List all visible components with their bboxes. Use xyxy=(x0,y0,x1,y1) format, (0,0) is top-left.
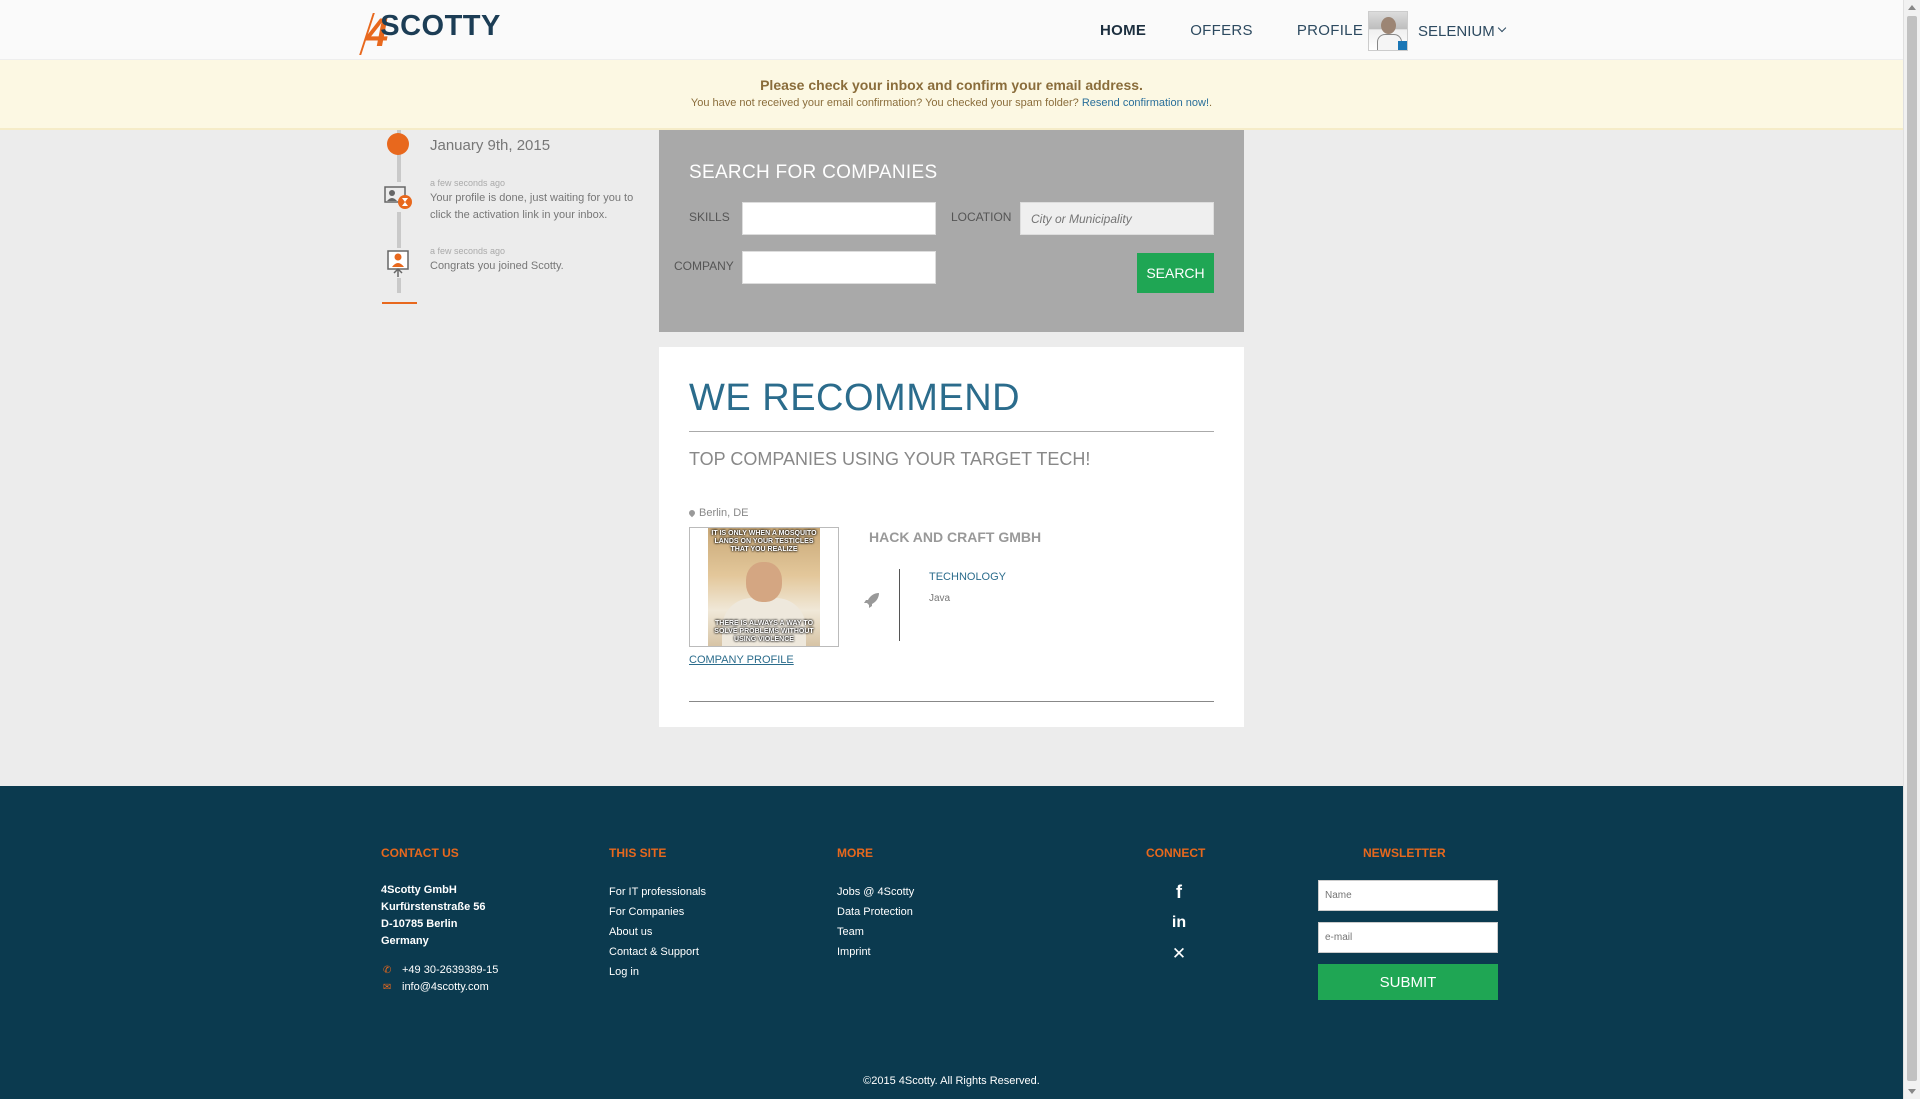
footer-heading-connect: CONNECT xyxy=(1146,846,1206,860)
footer-heading-contact: CONTACT US xyxy=(381,846,459,860)
newsletter-name-input[interactable] xyxy=(1318,880,1498,911)
address-line: Kurfürstenstraße 56 xyxy=(381,901,486,913)
link-data-protection[interactable]: Data Protection xyxy=(837,902,914,922)
location-input[interactable] xyxy=(1020,202,1214,235)
user-name: SELENIUM xyxy=(1418,22,1495,40)
newsletter-submit-button[interactable]: SUBMIT xyxy=(1318,964,1498,1000)
user-menu[interactable]: SELENIUM xyxy=(1368,11,1506,51)
search-title: SEARCH FOR COMPANIES xyxy=(689,162,938,183)
more-links: Jobs @ 4Scotty Data Protection Team Impr… xyxy=(837,882,914,962)
link-about-us[interactable]: About us xyxy=(609,922,706,942)
email-address[interactable]: info@4scotty.com xyxy=(402,981,489,993)
address-line: 4Scotty GmbH xyxy=(381,884,457,896)
meme-caption-bottom: THERE IS ALWAYS A WAY TO SOLVE PROBLEMS … xyxy=(714,620,814,643)
footer: CONTACT US 4Scotty GmbH Kurfürstenstraße… xyxy=(0,786,1903,1099)
footer-heading-site: THIS SITE xyxy=(609,846,667,860)
nav-home[interactable]: HOME xyxy=(1100,22,1146,39)
company-name[interactable]: HACK AND CRAFT GMBH xyxy=(869,529,1041,545)
company-location-text: Berlin, DE xyxy=(699,507,749,519)
main-nav: HOME OFFERS PROFILE xyxy=(1100,0,1407,60)
top-navbar: 4 SCOTTY HOME OFFERS PROFILE SELENIUM xyxy=(0,0,1903,60)
divider xyxy=(689,701,1214,702)
location-label: LOCATION xyxy=(951,210,1012,224)
newsletter-email-input[interactable] xyxy=(1318,922,1498,953)
company-search-panel: SEARCH FOR COMPANIES SKILLS LOCATION COM… xyxy=(659,130,1244,332)
scroll-down-arrow-icon[interactable] xyxy=(1908,1089,1916,1094)
footer-heading-more: MORE xyxy=(837,846,873,860)
contact-details: ✆ +49 30-2639389-15 ✉ info@4scotty.com xyxy=(383,962,498,996)
facebook-icon[interactable]: f xyxy=(1165,882,1193,903)
recommend-title: WE RECOMMEND xyxy=(689,377,1021,419)
copyright: ©2015 4Scotty. All Rights Reserved. xyxy=(863,1075,1040,1087)
timeline-date: January 9th, 2015 xyxy=(430,137,551,154)
footer-heading-newsletter: NEWSLETTER xyxy=(1363,846,1446,860)
company-profile-link[interactable]: COMPANY PROFILE xyxy=(689,654,794,666)
address-line: D-10785 Berlin xyxy=(381,918,458,930)
notice-suffix: . xyxy=(1209,97,1213,109)
timeline-item: a few seconds ago Congrats you joined Sc… xyxy=(430,246,645,275)
email-confirmation-notice: Please check your inbox and confirm your… xyxy=(0,60,1903,130)
company-address: 4Scotty GmbH Kurfürstenstraße 56 D-10785… xyxy=(381,882,486,950)
user-joined-icon xyxy=(383,248,413,278)
timeline-base xyxy=(382,302,417,304)
phone-number: +49 30-2639389-15 xyxy=(402,964,499,976)
timeline-item-message: Congrats you joined Scotty. xyxy=(430,260,564,272)
technology-label: TECHNOLOGY xyxy=(929,571,1007,583)
link-for-companies[interactable]: For Companies xyxy=(609,902,706,922)
company-input[interactable] xyxy=(742,251,936,284)
timeline-item-ago: a few seconds ago xyxy=(430,246,506,256)
site-links: For IT professionals For Companies About… xyxy=(609,882,706,982)
4scotty-logo[interactable]: 4 SCOTTY xyxy=(359,5,501,55)
link-log-in[interactable]: Log in xyxy=(609,962,706,982)
link-imprint[interactable]: Imprint xyxy=(837,942,914,962)
notice-title: Please check your inbox and confirm your… xyxy=(760,77,1143,93)
skills-input[interactable] xyxy=(742,202,936,235)
link-it-professionals[interactable]: For IT professionals xyxy=(609,882,706,902)
email-row[interactable]: ✉ info@4scotty.com xyxy=(383,979,498,996)
timeline-dot xyxy=(387,133,409,155)
search-button[interactable]: SEARCH xyxy=(1137,253,1214,293)
tech-divider xyxy=(899,569,900,641)
timeline-item-message: Your profile is done, just waiting for y… xyxy=(430,192,634,221)
phone-icon: ✆ xyxy=(383,965,392,976)
avatar xyxy=(1368,11,1408,51)
skills-label: SKILLS xyxy=(689,210,730,224)
address-line: Germany xyxy=(381,935,429,947)
resend-confirmation-link[interactable]: Resend confirmation now! xyxy=(1082,97,1209,109)
company-location: Berlin, DE xyxy=(687,507,749,519)
divider xyxy=(689,431,1214,432)
notice-text: You have not received your email confirm… xyxy=(690,97,1079,109)
map-pin-icon xyxy=(687,508,697,518)
timeline-item: a few seconds ago Your profile is done, … xyxy=(430,178,645,224)
link-jobs[interactable]: Jobs @ 4Scotty xyxy=(837,882,914,902)
envelope-icon: ✉ xyxy=(383,982,392,993)
nav-profile[interactable]: PROFILE xyxy=(1297,22,1363,39)
linkedin-icon[interactable]: in xyxy=(1165,914,1193,932)
phone-row: ✆ +49 30-2639389-15 xyxy=(383,962,498,979)
chevron-down-icon xyxy=(1497,23,1506,33)
technology-value: Java xyxy=(929,593,951,604)
xing-icon[interactable]: ✕ xyxy=(1165,944,1193,964)
recommend-subtitle: TOP COMPANIES USING YOUR TARGET TECH! xyxy=(689,449,1091,469)
rocket-icon xyxy=(864,593,879,608)
meme-face xyxy=(746,562,782,602)
profile-pending-icon xyxy=(383,182,413,212)
linkedin-badge-icon xyxy=(1398,41,1407,50)
vertical-scrollbar[interactable] xyxy=(1903,0,1920,1099)
link-team[interactable]: Team xyxy=(837,922,914,942)
recommendation-panel: WE RECOMMEND TOP COMPANIES USING YOUR TA… xyxy=(659,347,1244,727)
meme-image: IT IS ONLY WHEN A MOSQUITO LANDS ON YOUR… xyxy=(708,528,820,646)
notice-text-line: You have not received your email confirm… xyxy=(0,97,1903,109)
scrollbar-thumb[interactable] xyxy=(1907,16,1917,1081)
link-contact-support[interactable]: Contact & Support xyxy=(609,942,706,962)
company-label: COMPANY xyxy=(674,259,734,273)
nav-offers[interactable]: OFFERS xyxy=(1190,22,1253,39)
scroll-up-arrow-icon[interactable] xyxy=(1908,5,1916,10)
timeline-item-ago: a few seconds ago xyxy=(430,178,506,188)
meme-caption-top: IT IS ONLY WHEN A MOSQUITO LANDS ON YOUR… xyxy=(711,530,817,553)
company-image[interactable]: IT IS ONLY WHEN A MOSQUITO LANDS ON YOUR… xyxy=(689,527,839,647)
